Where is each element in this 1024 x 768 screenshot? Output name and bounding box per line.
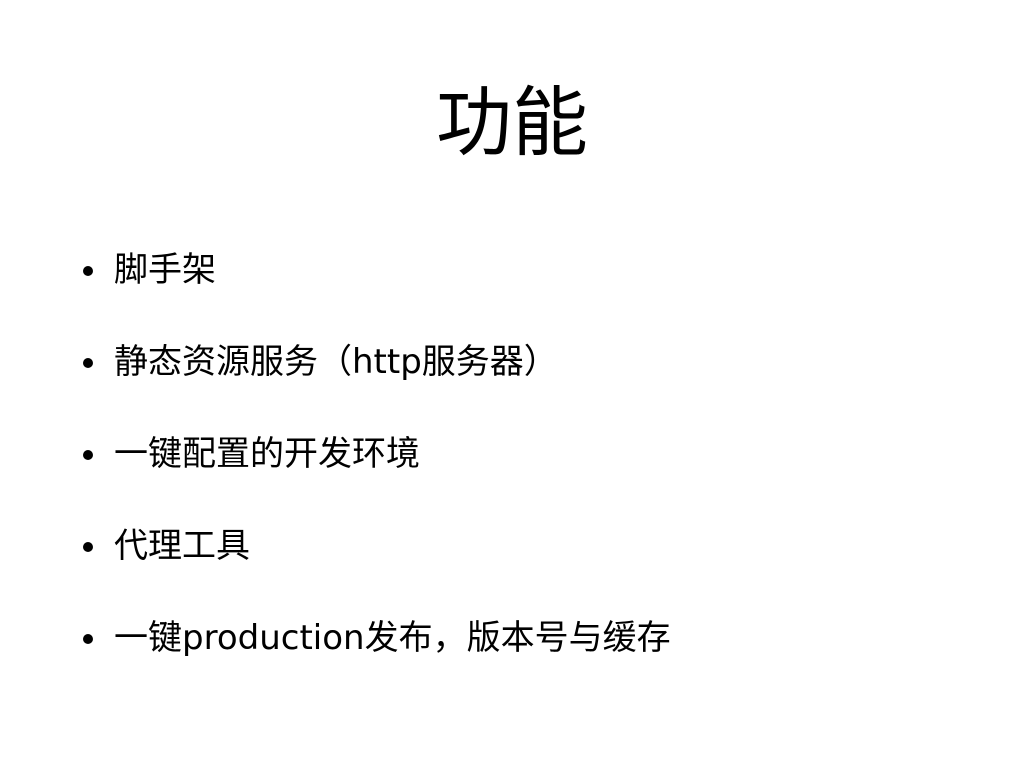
bullet-text: 一键production发布，版本号与缓存 (114, 618, 671, 658)
bullet-item: 一键配置的开发环境 (0, 430, 1024, 522)
bullet-text: 静态资源服务（http服务器） (114, 342, 558, 382)
bullet-dot-icon (83, 358, 93, 368)
bullet-text: 代理工具 (114, 526, 250, 566)
bullet-item: 脚手架 (0, 246, 1024, 338)
bullet-dot-icon (83, 266, 93, 276)
slide: 功能 脚手架 静态资源服务（http服务器） 一键配置的开发环境 代理工具 一键… (0, 0, 1024, 768)
bullet-text: 脚手架 (114, 250, 216, 290)
slide-title: 功能 (436, 78, 588, 167)
bullet-text: 一键配置的开发环境 (114, 434, 420, 474)
bullet-dot-icon (83, 450, 93, 460)
bullet-item: 静态资源服务（http服务器） (0, 338, 1024, 430)
bullet-item: 一键production发布，版本号与缓存 (0, 614, 1024, 706)
bullet-list: 脚手架 静态资源服务（http服务器） 一键配置的开发环境 代理工具 一键pro… (0, 246, 1024, 706)
bullet-item: 代理工具 (0, 522, 1024, 614)
bullet-dot-icon (83, 634, 93, 644)
bullet-dot-icon (83, 542, 93, 552)
